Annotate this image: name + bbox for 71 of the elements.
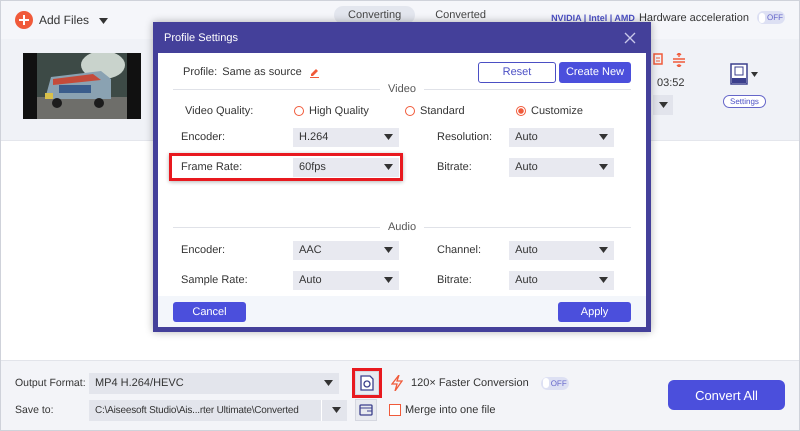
dropdown[interactable]: Auto (293, 270, 399, 290)
field-label: Video Quality: (185, 105, 254, 117)
caret-icon (384, 247, 393, 253)
save-path-select[interactable]: C:\Aiseesoft Studio\Ais...rter Ultimate\Converted (89, 400, 347, 420)
subtitle-icon[interactable] (653, 53, 663, 65)
video-format-icon[interactable] (730, 63, 748, 85)
caret-icon (599, 134, 608, 140)
profile-value: Same as source (222, 66, 302, 78)
field-label: Resolution: (437, 131, 494, 143)
settings-button[interactable]: Settings (723, 95, 766, 108)
caret-icon[interactable] (99, 18, 108, 24)
settings-icon (360, 375, 374, 391)
hardware-acceleration-label: Hardware acceleration (638, 12, 749, 24)
field-label: Channel: (437, 244, 482, 256)
dropdown[interactable]: Auto (509, 158, 614, 176)
duration: 03:52 (657, 77, 685, 89)
field-label: Bitrate: (437, 161, 473, 173)
field-label: Bitrate: (437, 274, 473, 286)
caret-icon (599, 247, 608, 253)
dropdown[interactable] (653, 95, 673, 115)
cancel-button[interactable]: Cancel (173, 302, 246, 322)
caret-icon (384, 134, 393, 140)
field-label: Frame Rate: (181, 161, 244, 173)
caret-icon (384, 164, 393, 170)
split-icon[interactable] (673, 53, 685, 67)
plus-icon (15, 11, 33, 29)
tab[interactable]: Converted (421, 6, 500, 24)
dialog-title: Profile Settings (164, 32, 238, 44)
apply-button[interactable]: Apply (558, 302, 631, 322)
caret-icon[interactable] (751, 72, 758, 76)
radio-button[interactable] (516, 106, 526, 116)
output-format-select[interactable]: MP4 H.264/HEVC (89, 372, 339, 394)
dropdown[interactable]: AAC (293, 240, 399, 260)
caret-icon (384, 277, 393, 283)
pencil-icon[interactable] (308, 66, 320, 78)
add-files-button[interactable]: Add Files (15, 11, 90, 29)
checkbox[interactable] (389, 404, 401, 416)
reset-button[interactable]: Reset (478, 62, 556, 82)
dropdown[interactable]: Auto (509, 270, 614, 290)
save-to-label: Save to: (15, 404, 55, 416)
field-label: Encoder: (181, 244, 226, 256)
section-title: Video (388, 83, 416, 95)
profile-label: Profile: (183, 66, 218, 78)
radio-label[interactable]: Customize (531, 105, 583, 117)
caret-icon (324, 380, 333, 386)
dropdown[interactable]: Auto (509, 128, 614, 146)
radio-label[interactable]: High Quality (309, 105, 369, 117)
toggle-switch[interactable]: OFF (540, 376, 569, 390)
caret-icon (658, 102, 668, 108)
field-label: Sample Rate: (181, 274, 249, 286)
format-settings-button[interactable] (355, 371, 379, 395)
radio-button[interactable] (405, 106, 415, 116)
toggle-switch[interactable]: OFF (757, 11, 785, 24)
dropdown[interactable]: Auto (509, 240, 614, 260)
radio-button[interactable] (294, 106, 304, 116)
open-folder-button[interactable] (355, 399, 377, 421)
close-icon[interactable] (624, 32, 636, 44)
section-title: Audio (388, 221, 416, 233)
folder-icon (359, 404, 373, 416)
caret-icon (599, 164, 608, 170)
caret-icon (599, 277, 608, 283)
faster-conversion-label: 120× Faster Conversion (411, 377, 529, 389)
radio-label[interactable]: Standard (420, 105, 465, 117)
convert-all-button[interactable]: Convert All (668, 380, 785, 410)
create-new-button[interactable]: Create New (559, 62, 631, 82)
dropdown[interactable]: H.264 (293, 128, 399, 146)
field-label: Encoder: (181, 131, 226, 143)
dropdown[interactable]: 60fps (293, 158, 399, 176)
lightning-icon (391, 375, 403, 391)
caret-icon (332, 407, 341, 413)
merge-label: Merge into one file (405, 404, 496, 416)
